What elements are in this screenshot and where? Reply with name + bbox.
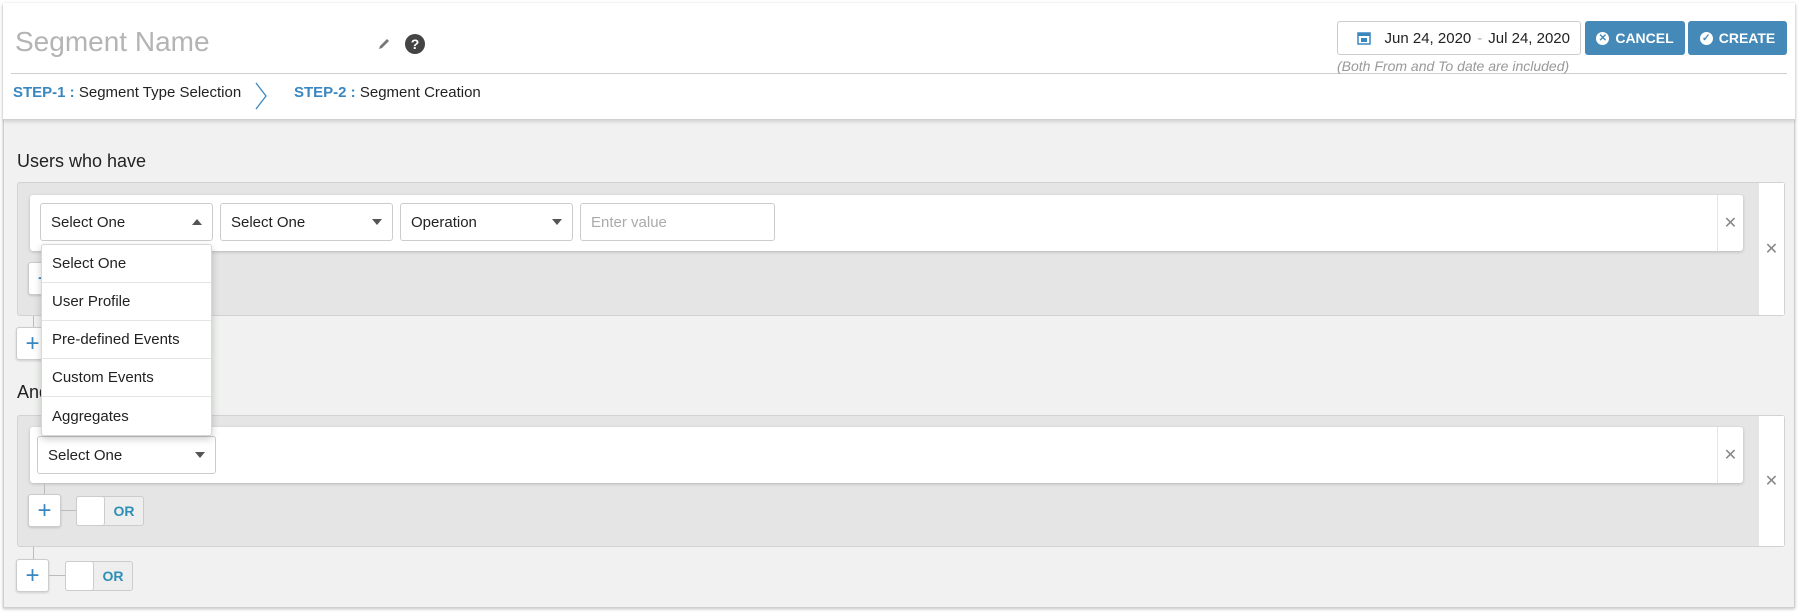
dropdown-option[interactable]: Aggregates xyxy=(42,397,211,435)
date-from: Jun 24, 2020 xyxy=(1384,29,1472,47)
caret-up-icon xyxy=(192,219,202,225)
date-separator: - xyxy=(1477,29,1483,47)
cancel-button[interactable]: ✕ CANCEL xyxy=(1585,21,1685,55)
remove-row-1-button[interactable]: ✕ xyxy=(1717,195,1743,251)
cancel-circle-icon: ✕ xyxy=(1596,31,1610,45)
category-select-value: Select One xyxy=(51,213,126,231)
add-group-button-2[interactable]: + xyxy=(16,559,49,592)
create-label: CREATE xyxy=(1718,30,1776,46)
remove-group-2-button[interactable]: ✕ xyxy=(1759,416,1784,546)
event-select-value: Select One xyxy=(231,213,306,231)
plus-icon: + xyxy=(25,329,40,357)
connector-line xyxy=(44,483,45,494)
calendar-icon xyxy=(1356,32,1371,45)
help-icon[interactable]: ? xyxy=(405,34,425,54)
or-toggle-2[interactable]: OR xyxy=(76,495,144,526)
group-1-label: Users who have xyxy=(17,151,147,171)
category-dropdown-menu: Select One User Profile Pre-defined Even… xyxy=(41,244,212,436)
step-1[interactable]: STEP-1 : Segment Type Selection xyxy=(13,84,241,101)
dropdown-option[interactable]: Pre-defined Events xyxy=(42,321,211,359)
date-range-picker[interactable]: Jun 24, 2020 - Jul 24, 2020 xyxy=(1337,21,1581,55)
step-1-label: Segment Type Selection xyxy=(78,84,242,101)
step-2[interactable]: STEP-2 : Segment Creation xyxy=(294,84,481,101)
or-label: OR xyxy=(102,568,124,584)
plus-icon: + xyxy=(25,561,40,589)
value-input[interactable]: Enter value xyxy=(580,203,775,241)
connector-line xyxy=(61,510,76,511)
cancel-label: CANCEL xyxy=(1615,30,1674,46)
pencil-icon[interactable] xyxy=(377,37,391,51)
add-condition-button-2[interactable]: + xyxy=(28,494,61,527)
check-circle-icon: ✓ xyxy=(1699,31,1713,45)
toggle-knob xyxy=(76,495,105,526)
category-select-2-value: Select One xyxy=(48,446,123,464)
segment-name-input[interactable]: Segment Name xyxy=(15,26,210,58)
create-button[interactable]: ✓ CREATE xyxy=(1688,21,1787,55)
step-2-label: Segment Creation xyxy=(359,84,481,101)
step-2-number: STEP-2 : xyxy=(294,84,356,101)
caret-down-icon xyxy=(195,452,205,458)
remove-row-2-button[interactable]: ✕ xyxy=(1717,427,1743,483)
plus-icon: + xyxy=(37,496,52,524)
date-note: (Both From and To date are included) xyxy=(1337,58,1570,74)
step-1-number: STEP-1 : xyxy=(13,84,75,101)
or-toggle-outer[interactable]: OR xyxy=(65,560,133,591)
dropdown-option[interactable]: Select One xyxy=(42,245,211,283)
caret-down-icon xyxy=(372,219,382,225)
remove-group-1-button[interactable]: ✕ xyxy=(1759,183,1784,315)
dropdown-option[interactable]: Custom Events xyxy=(42,359,211,397)
or-label: OR xyxy=(113,503,135,519)
toggle-knob xyxy=(65,560,94,591)
close-icon: ✕ xyxy=(1723,215,1738,232)
condition-row-2: ✕ xyxy=(30,427,1743,483)
chevron-right-icon xyxy=(255,82,267,110)
category-select[interactable]: Select One xyxy=(40,203,213,241)
category-select-2[interactable]: Select One xyxy=(37,436,216,474)
caret-down-icon xyxy=(552,219,562,225)
dropdown-option[interactable]: User Profile xyxy=(42,283,211,321)
connector-line xyxy=(33,547,34,559)
operation-select[interactable]: Operation xyxy=(400,203,573,241)
date-to: Jul 24, 2020 xyxy=(1488,29,1570,47)
close-icon: ✕ xyxy=(1723,447,1738,464)
connector-line xyxy=(49,575,65,576)
close-icon: ✕ xyxy=(1764,241,1779,258)
close-icon: ✕ xyxy=(1764,473,1779,490)
event-select[interactable]: Select One xyxy=(220,203,393,241)
operation-select-value: Operation xyxy=(411,213,477,231)
